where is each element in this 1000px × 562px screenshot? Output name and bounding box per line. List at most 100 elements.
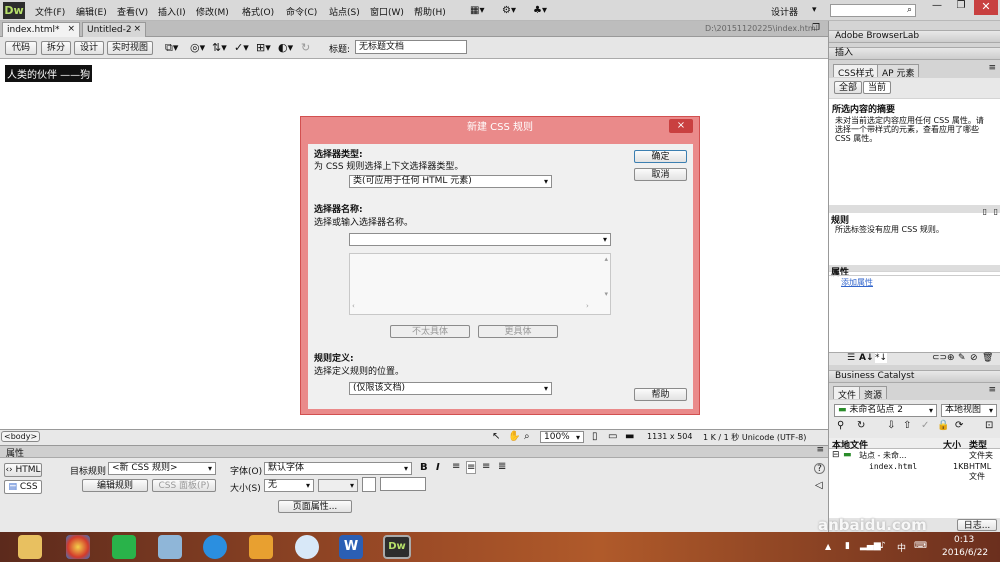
browser-icon[interactable] — [66, 535, 90, 559]
desktop-size-icon[interactable]: ▬ — [625, 431, 634, 442]
css-panel-button[interactable]: CSS 面板(P) — [152, 479, 216, 492]
design-view-button[interactable]: 设计 — [74, 41, 104, 55]
quick-tag-icon[interactable]: ◁ — [815, 480, 823, 491]
ime-indicator[interactable]: 中 — [897, 541, 906, 554]
scroll-left-icon[interactable]: ‹ — [352, 302, 355, 310]
menu-file[interactable]: 文件(F) — [35, 5, 65, 18]
pointer-icon[interactable]: ↖ — [492, 431, 500, 442]
scroll-up-icon[interactable]: ▴ — [604, 255, 608, 263]
menu-help[interactable]: 帮助(H) — [414, 5, 446, 18]
color-input[interactable] — [380, 477, 426, 491]
az-sort-icon[interactable]: A↓ — [859, 353, 874, 363]
scroll-down-icon[interactable]: ▾ — [604, 290, 608, 298]
align-left-icon[interactable]: ≡ — [452, 461, 460, 472]
italic-icon[interactable]: I — [436, 462, 440, 473]
restore-doc-icon[interactable]: ❐ — [812, 23, 820, 33]
menu-format[interactable]: 格式(O) — [242, 5, 274, 18]
battery-icon[interactable]: ▮ — [845, 541, 850, 551]
collapse-icon[interactable]: ⊟ — [832, 450, 840, 460]
tab-close-icon[interactable]: × — [133, 24, 141, 34]
check-out-icon[interactable]: ✓ — [921, 420, 929, 431]
new-rule-icon[interactable]: ⊕ — [947, 353, 955, 363]
network-icon[interactable]: ▂▄▆ — [860, 541, 881, 551]
tab-index-html[interactable]: index.html* × — [2, 22, 80, 37]
hand-icon[interactable]: ✋ — [508, 431, 520, 442]
visual-aids-icon[interactable]: ◐▾ — [278, 41, 293, 54]
window-size[interactable]: 1131 x 504 — [647, 432, 692, 441]
cancel-button[interactable]: 取消 — [634, 168, 687, 181]
get-files-icon[interactable]: ⇩ — [887, 420, 895, 431]
keyboard-icon[interactable]: ⌨ — [914, 541, 927, 551]
selector-name-input[interactable]: ▾ — [349, 233, 611, 246]
close-window-icon[interactable]: ✕ — [974, 0, 998, 15]
font-select[interactable]: 默认字体 ▾ — [264, 462, 412, 475]
menu-window[interactable]: 窗口(W) — [370, 5, 404, 18]
sync-icon[interactable]: ⟳ — [955, 420, 963, 431]
code-view-button[interactable]: 代码 — [5, 41, 37, 55]
put-files-icon[interactable]: ⇧ — [903, 420, 911, 431]
restore-icon[interactable]: ❐ — [950, 0, 972, 15]
word-icon[interactable]: W — [339, 535, 363, 559]
tab-assets[interactable]: 资源 — [859, 386, 888, 401]
business-catalyst-header[interactable]: Business Catalyst — [829, 370, 1000, 383]
ok-button[interactable]: 确定 — [634, 150, 687, 163]
refresh-icon[interactable]: ↻ — [301, 41, 310, 54]
bold-icon[interactable]: B — [420, 462, 428, 473]
title-input[interactable]: 无标题文档 — [355, 40, 467, 54]
show-info-icon[interactable]: ▯ — [994, 207, 998, 216]
package-icon[interactable] — [249, 535, 273, 559]
all-button[interactable]: 全部 — [834, 81, 862, 94]
expand-icon[interactable]: ⊡ — [985, 420, 993, 431]
clock-time[interactable]: 0:13 — [954, 535, 974, 545]
zoom-select[interactable]: 100% ▾ — [540, 431, 584, 443]
color-picker[interactable] — [362, 477, 376, 492]
close-icon[interactable]: × — [669, 119, 693, 133]
list-item[interactable]: index.html 1KB HTML 文件 — [829, 462, 1000, 481]
panel-menu-icon[interactable]: ≡ — [988, 385, 996, 395]
site-icon[interactable]: ♣▾ — [533, 5, 547, 16]
selector-type-select[interactable]: 类(可应用于任何 HTML 元素) ▾ — [349, 175, 552, 188]
help-button[interactable]: 帮助 — [634, 388, 687, 401]
page-properties-button[interactable]: 页面属性... — [278, 500, 352, 513]
zoom-icon[interactable]: ⌕ — [524, 431, 530, 442]
site-select[interactable]: ▬ 未命名站点 2 ▾ — [834, 404, 937, 417]
splitter[interactable] — [829, 205, 1000, 213]
media-player-icon[interactable] — [112, 535, 136, 559]
more-specific-button[interactable]: 更具体 — [478, 325, 558, 338]
phone-size-icon[interactable]: ▯ — [592, 431, 598, 442]
tablet-size-icon[interactable]: ▭ — [608, 431, 617, 442]
clock-date[interactable]: 2016/6/22 — [942, 548, 988, 558]
check-in-icon[interactable]: 🔒 — [937, 420, 949, 431]
current-button[interactable]: 当前 — [863, 81, 891, 94]
refresh-icon[interactable]: ↻ — [857, 420, 865, 431]
workspace-chevron-icon[interactable]: ▾ — [812, 5, 817, 15]
scroll-right-icon[interactable]: › — [586, 302, 589, 310]
insert-panel-header[interactable]: 插入 — [829, 47, 1000, 60]
target-rule-select[interactable]: <新 CSS 规则> ▾ — [108, 462, 216, 475]
cloud-icon[interactable] — [295, 535, 319, 559]
file-management-icon[interactable]: ⇅▾ — [212, 41, 227, 54]
menu-insert[interactable]: 插入(I) — [158, 5, 186, 18]
justify-icon[interactable]: ≣ — [498, 461, 506, 472]
tag-selector[interactable]: <body> — [1, 431, 41, 442]
workspace-switcher[interactable]: 设计器 — [771, 5, 798, 18]
layout-icon[interactable]: ▦▾ — [470, 5, 484, 16]
view-select[interactable]: 本地视图 ▾ — [941, 404, 997, 417]
align-center-icon[interactable]: ≡ — [466, 461, 477, 474]
delete-icon[interactable]: 🗑 — [982, 353, 993, 363]
set-properties-icon[interactable]: *↓ — [875, 353, 888, 363]
multiscreen-icon[interactable]: ⧉▾ — [165, 41, 178, 55]
attach-style-icon[interactable]: ⊂⊃ — [932, 353, 947, 363]
menu-site[interactable]: 站点(S) — [329, 5, 360, 18]
file-explorer-icon[interactable] — [18, 535, 42, 559]
add-property-link[interactable]: 添加属性 — [841, 277, 873, 288]
size-select[interactable]: 无 ▾ — [264, 479, 314, 492]
list-view-icon[interactable]: ☰ — [847, 353, 855, 363]
preview-browser-icon[interactable]: ◎▾ — [190, 41, 205, 54]
w3c-validation-icon[interactable]: ✓▾ — [234, 41, 249, 54]
panel-menu-icon[interactable]: ≡ — [988, 63, 996, 73]
minimize-icon[interactable]: — — [926, 0, 948, 15]
split-view-button[interactable]: 拆分 — [41, 41, 71, 55]
connect-icon[interactable]: ⚲ — [837, 420, 844, 431]
panel-menu-icon[interactable]: ≡ — [816, 445, 824, 455]
